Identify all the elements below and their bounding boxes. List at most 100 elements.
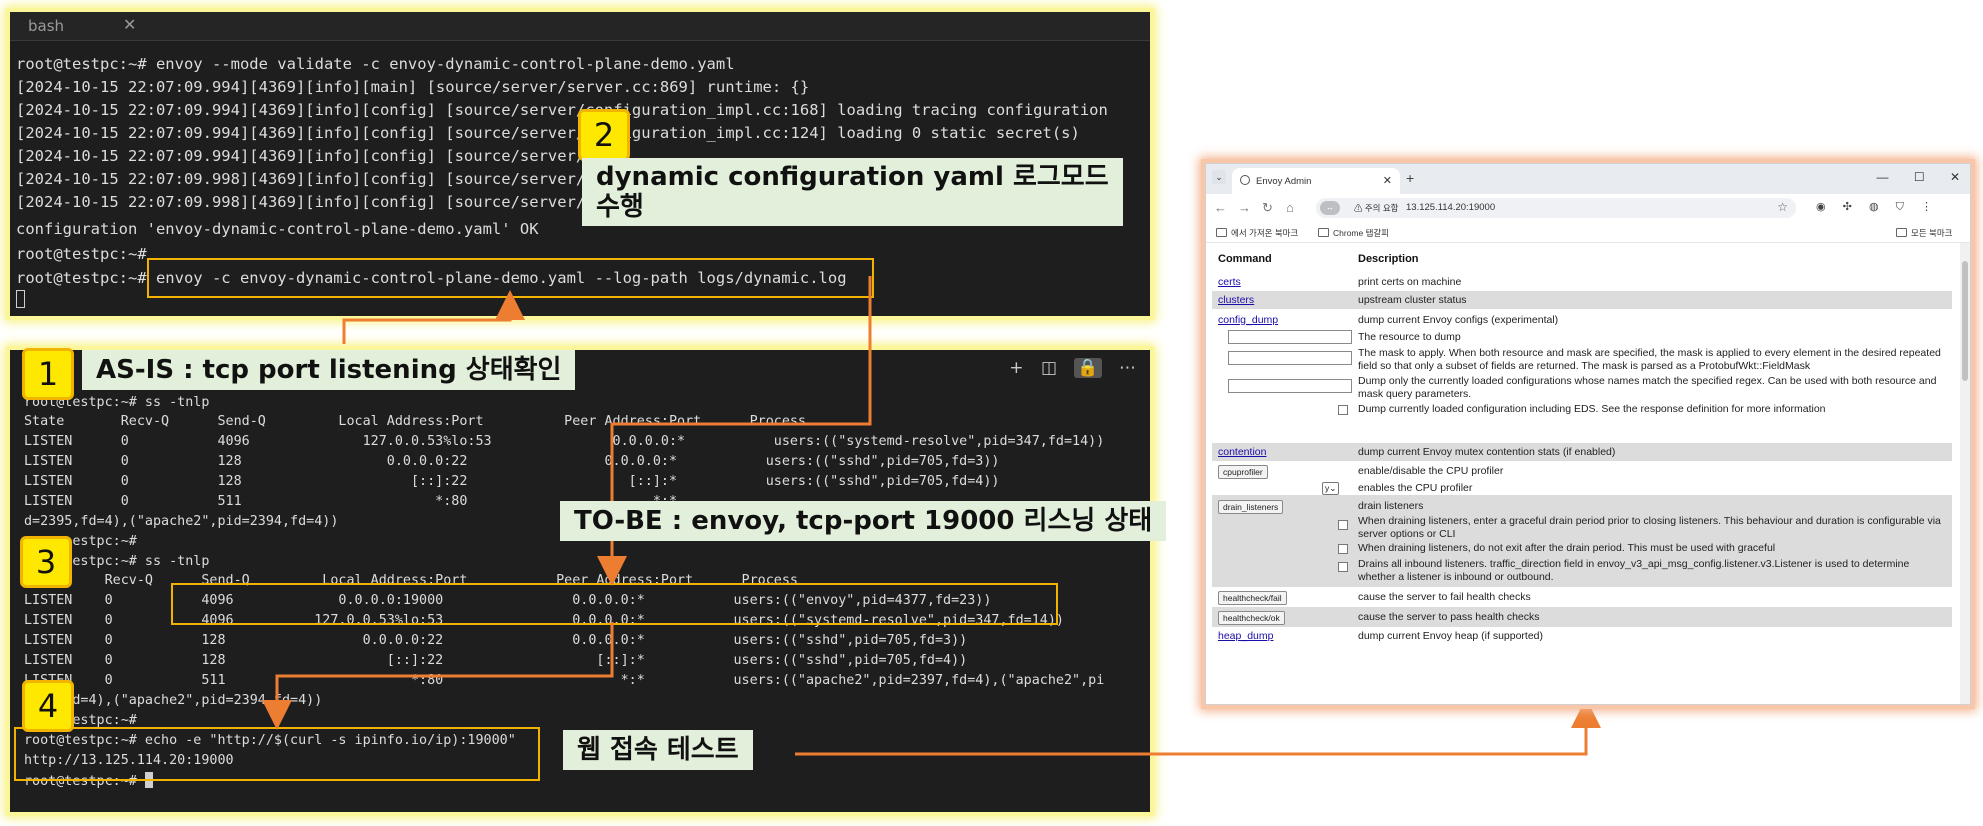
shield-icon[interactable]: ⛉ (1896, 201, 1904, 214)
table-row: drain_listeners drain listeners When dra… (1212, 495, 1952, 587)
site-info-chip[interactable]: ↔ (1320, 201, 1340, 215)
table-row: config_dump dump current Envoy configs (… (1212, 309, 1952, 443)
column-header-command: Command (1218, 253, 1272, 265)
scrollbar[interactable] (1960, 243, 1970, 704)
table-row: clusters upstream cluster status (1212, 291, 1952, 309)
new-tab-button[interactable]: + (1406, 170, 1414, 186)
param-description: Drains all inbound listeners. traffic_di… (1358, 558, 1910, 583)
table-row: cpuprofiler enable/disable the CPU profi… (1212, 461, 1952, 495)
arrow-as-is-to-command (342, 290, 525, 344)
folder-icon (1318, 228, 1329, 237)
bookmark-imported[interactable]: 에서 가져온 북마크 (1216, 227, 1298, 239)
address-bar[interactable]: ↔ ⚠ 주의 요함 13.125.114.20:19000 ☆ (1316, 198, 1796, 218)
command-link-clusters[interactable]: clusters (1218, 294, 1254, 306)
healthcheck-fail-button[interactable]: healthcheck/fail (1218, 591, 1287, 605)
drain-listeners-button[interactable]: drain_listeners (1218, 500, 1284, 514)
folder-icon (1216, 228, 1227, 237)
extension-icon[interactable]: ◉ (1816, 200, 1826, 213)
command-link-certs[interactable]: certs (1218, 276, 1241, 288)
browser-tab-title: Envoy Admin (1256, 176, 1312, 187)
command-description: print certs on machine (1358, 276, 1462, 288)
callout-dynamic-config: dynamic configuration yaml 로그모드 수행 (582, 158, 1123, 226)
bookmarks-bar: 에서 가져온 북마크 Chrome 탭갈피 모든 북마크 (1206, 222, 1970, 243)
envoy-admin-page: Command Description certs print certs on… (1206, 243, 1970, 704)
browser-tab-strip: ⌄ Envoy Admin ✕ + — ☐ ✕ (1206, 164, 1970, 194)
column-header-description: Description (1358, 253, 1419, 265)
table-row: heap_dump dump current Envoy heap (if su… (1212, 627, 1952, 645)
arrow-echo-to-browser (795, 698, 1601, 756)
url-text[interactable]: 13.125.114.20:19000 (1406, 202, 1495, 213)
callout-as-is: AS-IS : tcp port listening 상태확인 (82, 350, 576, 390)
bookmark-label: 에서 가져온 북마크 (1231, 228, 1299, 238)
include-eds-checkbox[interactable] (1338, 405, 1348, 415)
step-badge-4: 4 (22, 680, 74, 732)
param-description: Dump only the currently loaded configura… (1358, 375, 1937, 400)
healthcheck-ok-button[interactable]: healthcheck/ok (1218, 611, 1285, 625)
callout-dynamic-config-line2: 수행 (596, 192, 644, 222)
table-row: contention dump current Envoy mutex cont… (1212, 443, 1952, 461)
callout-web-test: 웹 접속 테스트 (563, 730, 753, 770)
command-description: dump current Envoy configs (experimental… (1358, 314, 1559, 326)
window-controls: — ☐ ✕ (1854, 170, 1960, 184)
arrow-to-be-to-echo (262, 622, 614, 730)
tab-search-icon[interactable]: ⌄ (1212, 170, 1226, 184)
reload-icon[interactable]: ↻ (1262, 200, 1273, 216)
maximize-icon[interactable]: ☐ (1914, 170, 1925, 184)
menu-icon[interactable]: ⋮ (1921, 200, 1932, 213)
param-description: When draining listeners, enter a gracefu… (1358, 515, 1941, 540)
bookmark-chrome[interactable]: Chrome 탭갈피 (1318, 227, 1389, 239)
command-description: cause the server to fail health checks (1358, 591, 1531, 603)
extension-icons: ◉ ✣ ◍ ⛉ ⋮ (1816, 200, 1946, 214)
enable-select[interactable]: y⌄ (1322, 482, 1340, 495)
param-description: The mask to apply. When both resource an… (1358, 347, 1941, 372)
table-row: healthcheck/fail cause the server to fai… (1212, 587, 1952, 607)
enable-select-value: y (1325, 483, 1330, 493)
command-link-heap-dump[interactable]: heap_dump (1218, 630, 1273, 642)
forward-icon[interactable]: → (1238, 200, 1251, 215)
command-description: dump current Envoy mutex contention stat… (1358, 446, 1616, 458)
security-warning[interactable]: ⚠ 주의 요함 (1354, 202, 1399, 214)
resource-input[interactable] (1228, 330, 1352, 344)
name-regex-input[interactable] (1228, 379, 1352, 393)
command-description: dump current Envoy heap (if supported) (1358, 630, 1544, 642)
extensions-puzzle-icon[interactable]: ✣ (1843, 200, 1852, 213)
bookmark-label: Chrome 탭갈피 (1333, 228, 1390, 238)
browser-toolbar: ← → ↻ ⌂ ↔ ⚠ 주의 요함 13.125.114.20:19000 ☆ … (1206, 194, 1970, 222)
param-description: When draining listeners, do not exit aft… (1358, 542, 1776, 554)
step-badge-3: 3 (20, 536, 72, 588)
callout-to-be: TO-BE : envoy, tcp-port 19000 리스닝 상태 (560, 501, 1167, 541)
table-row: certs print certs on machine (1212, 273, 1952, 291)
bookmark-all[interactable]: 모든 북마크 (1896, 227, 1952, 239)
step-badge-1: 1 (22, 348, 74, 400)
close-tab-icon[interactable]: ✕ (1383, 174, 1392, 187)
command-description: drain listeners (1358, 500, 1424, 512)
bookmark-star-icon[interactable]: ☆ (1777, 200, 1788, 214)
cpuprofiler-button[interactable]: cpuprofiler (1218, 465, 1268, 479)
browser-tab-envoy-admin[interactable]: Envoy Admin ✕ (1232, 168, 1400, 194)
param-description: The resource to dump (1358, 331, 1461, 343)
bookmark-label: 모든 북마크 (1911, 228, 1953, 238)
mask-input[interactable] (1228, 351, 1352, 365)
command-description: cause the server to pass health checks (1358, 611, 1540, 623)
back-icon[interactable]: ← (1214, 200, 1227, 215)
folder-icon (1896, 228, 1907, 237)
command-link-config-dump[interactable]: config_dump (1218, 314, 1278, 326)
close-window-icon[interactable]: ✕ (1950, 170, 1960, 184)
browser-window: ⌄ Envoy Admin ✕ + — ☐ ✕ ← → ↻ ⌂ ↔ ⚠ 주의 요… (1205, 163, 1971, 705)
profile-icon[interactable]: ◍ (1869, 200, 1879, 213)
home-icon[interactable]: ⌂ (1286, 200, 1294, 215)
command-description: enable/disable the CPU profiler (1358, 465, 1504, 477)
step-badge-2: 2 (578, 109, 630, 161)
callout-dynamic-config-line1: dynamic configuration yaml 로그모드 (596, 162, 1109, 192)
command-link-contention[interactable]: contention (1218, 446, 1266, 458)
command-description: upstream cluster status (1358, 294, 1467, 306)
param-description: enables the CPU profiler (1358, 482, 1473, 494)
inbound-only-checkbox[interactable] (1338, 562, 1348, 572)
graceful-checkbox[interactable] (1338, 520, 1348, 530)
scrollbar-thumb[interactable] (1962, 261, 1968, 381)
param-description: Dump currently loaded configuration incl… (1358, 403, 1826, 415)
skip-exit-checkbox[interactable] (1338, 544, 1348, 554)
table-row: healthcheck/ok cause the server to pass … (1212, 607, 1952, 627)
minimize-icon[interactable]: — (1876, 170, 1888, 184)
globe-icon (1240, 175, 1250, 185)
